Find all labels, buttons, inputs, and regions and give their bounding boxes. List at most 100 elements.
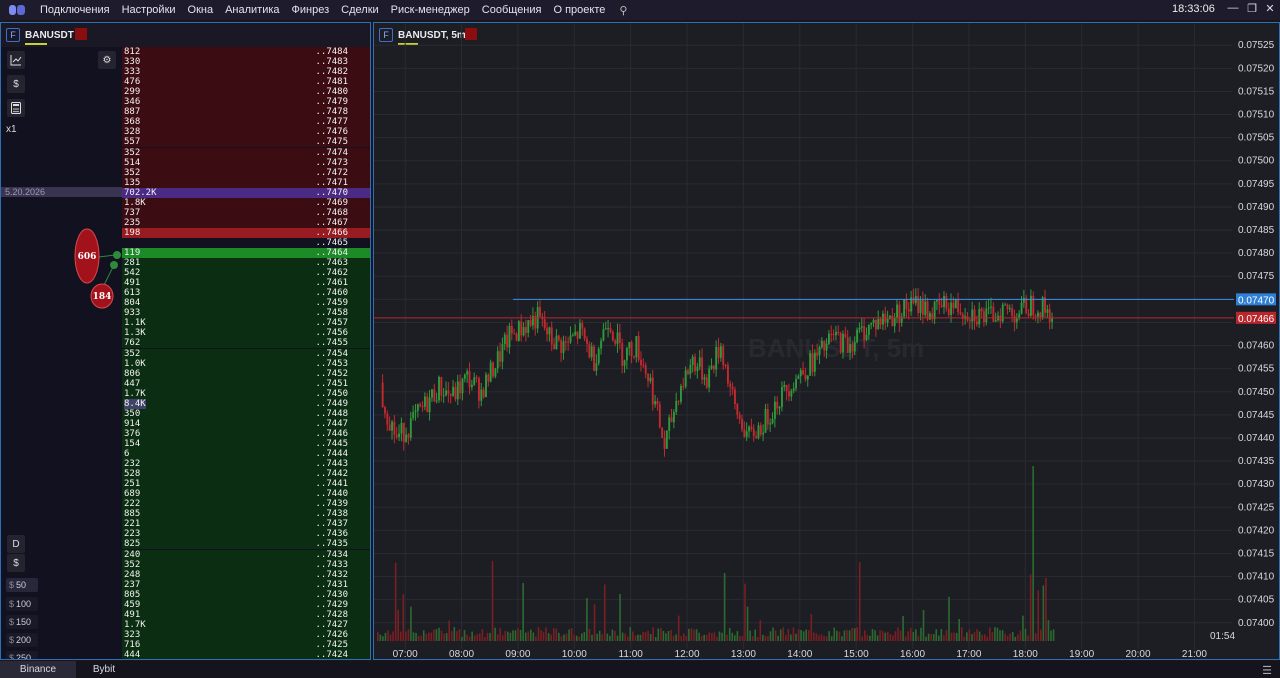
bid-level[interactable]: 248 ..7432 — [122, 569, 370, 580]
close-icon[interactable]: ✕ — [1262, 2, 1278, 15]
ask-level[interactable]: 330 ..7483 — [122, 57, 370, 68]
volume-bar — [443, 633, 445, 641]
bid-level[interactable]: 1.7K ..7450 — [122, 388, 370, 399]
bid-level[interactable]: 1.7K ..7427 — [122, 619, 370, 630]
bid-level[interactable]: 222 ..7439 — [122, 499, 370, 510]
bid-level[interactable]: 352 ..7454 — [122, 348, 370, 359]
calculator-icon[interactable] — [7, 99, 25, 117]
ask-level[interactable]: 887 ..7478 — [122, 107, 370, 118]
bid-level[interactable]: 491 ..7461 — [122, 278, 370, 289]
bid-level[interactable]: 914 ..7447 — [122, 418, 370, 429]
ask-level[interactable]: 198 ..7466 — [122, 227, 370, 238]
hamburger-icon[interactable]: ☰ — [1262, 664, 1272, 677]
bid-level[interactable]: 119 ..7464 — [122, 248, 370, 258]
bid-level[interactable]: 805 ..7430 — [122, 589, 370, 600]
gear-icon[interactable]: ⚙ — [98, 51, 116, 69]
candlestick-chart[interactable]: 0.07525 0.07520 0.07515 0.07510 0.07505 0.075… — [374, 23, 1279, 659]
menu-analytics[interactable]: Аналитика — [219, 4, 285, 16]
bid-level[interactable]: 350 ..7448 — [122, 408, 370, 419]
ask-level[interactable]: 346 ..7479 — [122, 97, 370, 108]
bid-level[interactable]: 251 ..7441 — [122, 479, 370, 490]
bid-level[interactable]: 1.1K ..7457 — [122, 318, 370, 329]
ask-level[interactable]: 737 ..7468 — [122, 207, 370, 218]
menu-connections[interactable]: Подключения — [34, 4, 116, 16]
tab-binance[interactable]: Binance — [0, 661, 76, 678]
ask-level[interactable]: 352 ..7474 — [122, 147, 370, 158]
bid-level[interactable]: 352 ..7433 — [122, 559, 370, 570]
pin-icon[interactable]: ⚲ — [619, 4, 627, 17]
bid-level[interactable]: 444 ..7424 — [122, 650, 370, 659]
size-button-150[interactable]: $150 — [6, 615, 38, 629]
bid-level[interactable]: 716 ..7425 — [122, 639, 370, 650]
bid-level[interactable]: 154 ..7445 — [122, 438, 370, 449]
ask-level[interactable]: 368 ..7477 — [122, 117, 370, 128]
orderbook-symbol[interactable]: BANUSDT — [25, 30, 74, 41]
bid-level[interactable]: 376 ..7446 — [122, 428, 370, 439]
dollar-icon[interactable]: $ — [7, 75, 25, 93]
bid-level[interactable]: 221 ..7437 — [122, 519, 370, 530]
bid-level[interactable]: 804 ..7459 — [122, 298, 370, 309]
bid-level[interactable]: 1.0K ..7453 — [122, 358, 370, 369]
bid-level[interactable]: 825 ..7435 — [122, 539, 370, 550]
bid-level[interactable]: 762 ..7455 — [122, 338, 370, 349]
size-button-50[interactable]: $50 — [6, 578, 38, 592]
bid-level[interactable]: 1.3K ..7456 — [122, 328, 370, 339]
menu-trades[interactable]: Сделки — [335, 4, 385, 16]
size-button-200[interactable]: $200 — [6, 633, 38, 647]
candle-body — [513, 333, 516, 335]
bid-level[interactable]: 323 ..7426 — [122, 629, 370, 640]
menu-about[interactable]: О проекте — [547, 4, 611, 16]
candle-body — [635, 336, 638, 358]
size-button-100[interactable]: $100 — [6, 597, 38, 611]
dollar-mode-button[interactable]: $ — [7, 554, 25, 572]
candle-body — [381, 382, 384, 408]
chart-add-icon[interactable] — [7, 51, 25, 69]
ask-level[interactable]: 514 ..7473 — [122, 157, 370, 168]
bid-level[interactable]: 240 ..7434 — [122, 549, 370, 560]
menu-settings[interactable]: Настройки — [116, 4, 182, 16]
ask-level[interactable]: 352 ..7472 — [122, 167, 370, 178]
multiplier-label[interactable]: x1 — [6, 124, 17, 135]
ask-level[interactable]: 1.8K ..7469 — [122, 197, 370, 208]
volume-bar — [922, 609, 925, 641]
orderbook-ladder[interactable]: 812 ..7484 330 ..7483 333 ..7482 476 ..7481 299.… — [122, 47, 370, 659]
bid-level[interactable]: 232 ..7443 — [122, 459, 370, 470]
menu-risk-manager[interactable]: Риск-менеджер — [385, 4, 476, 16]
bid-level[interactable]: 447 ..7451 — [122, 378, 370, 389]
ask-level[interactable]: 702.2K ..7470 — [122, 187, 370, 198]
ask-level[interactable]: 812 ..7484 — [122, 47, 370, 57]
bid-level[interactable]: 885 ..7438 — [122, 509, 370, 520]
ask-level[interactable]: 476 ..7481 — [122, 77, 370, 88]
ask-level[interactable]: 135 ..7471 — [122, 177, 370, 188]
ask-level[interactable]: 235 ..7467 — [122, 217, 370, 228]
bid-level[interactable]: 689 ..7440 — [122, 489, 370, 500]
minimize-icon[interactable]: — — [1225, 2, 1241, 14]
color-tag-icon[interactable] — [75, 28, 87, 40]
restore-icon[interactable]: ❐ — [1244, 2, 1260, 15]
bid-level[interactable]: 237 ..7431 — [122, 579, 370, 590]
bid-level[interactable]: 613 ..7460 — [122, 288, 370, 299]
bid-level[interactable]: 281 ..7463 — [122, 258, 370, 269]
size-button-250[interactable]: $250 — [6, 651, 38, 659]
bid-level[interactable]: 933 ..7458 — [122, 308, 370, 319]
ask-level[interactable]: 557 ..7475 — [122, 137, 370, 148]
menu-finres[interactable]: Финрез — [286, 4, 336, 16]
tab-bybit[interactable]: Bybit — [76, 661, 132, 678]
spread-level[interactable]: ..7465 — [122, 237, 370, 248]
bid-level[interactable]: 806 ..7452 — [122, 368, 370, 379]
bid-level[interactable]: 6 ..7444 — [122, 449, 370, 459]
bid-level[interactable]: 8.4K ..7449 — [122, 398, 370, 409]
bid-level[interactable]: 459 ..7429 — [122, 599, 370, 610]
bid-level[interactable]: 528 ..7442 — [122, 469, 370, 480]
bid-level[interactable]: 223 ..7436 — [122, 529, 370, 540]
volume-bar — [586, 598, 588, 641]
trade-bubbles: 606 184 — [74, 228, 121, 309]
ask-level[interactable]: 333 ..7482 — [122, 67, 370, 78]
menu-messages[interactable]: Сообщения — [476, 4, 548, 16]
d-button[interactable]: D — [7, 535, 25, 553]
bid-level[interactable]: 542 ..7462 — [122, 268, 370, 279]
ask-level[interactable]: 299 ..7480 — [122, 87, 370, 98]
bid-level[interactable]: 491 ..7428 — [122, 609, 370, 620]
menu-windows[interactable]: Окна — [182, 4, 220, 16]
ask-level[interactable]: 328 ..7476 — [122, 127, 370, 138]
